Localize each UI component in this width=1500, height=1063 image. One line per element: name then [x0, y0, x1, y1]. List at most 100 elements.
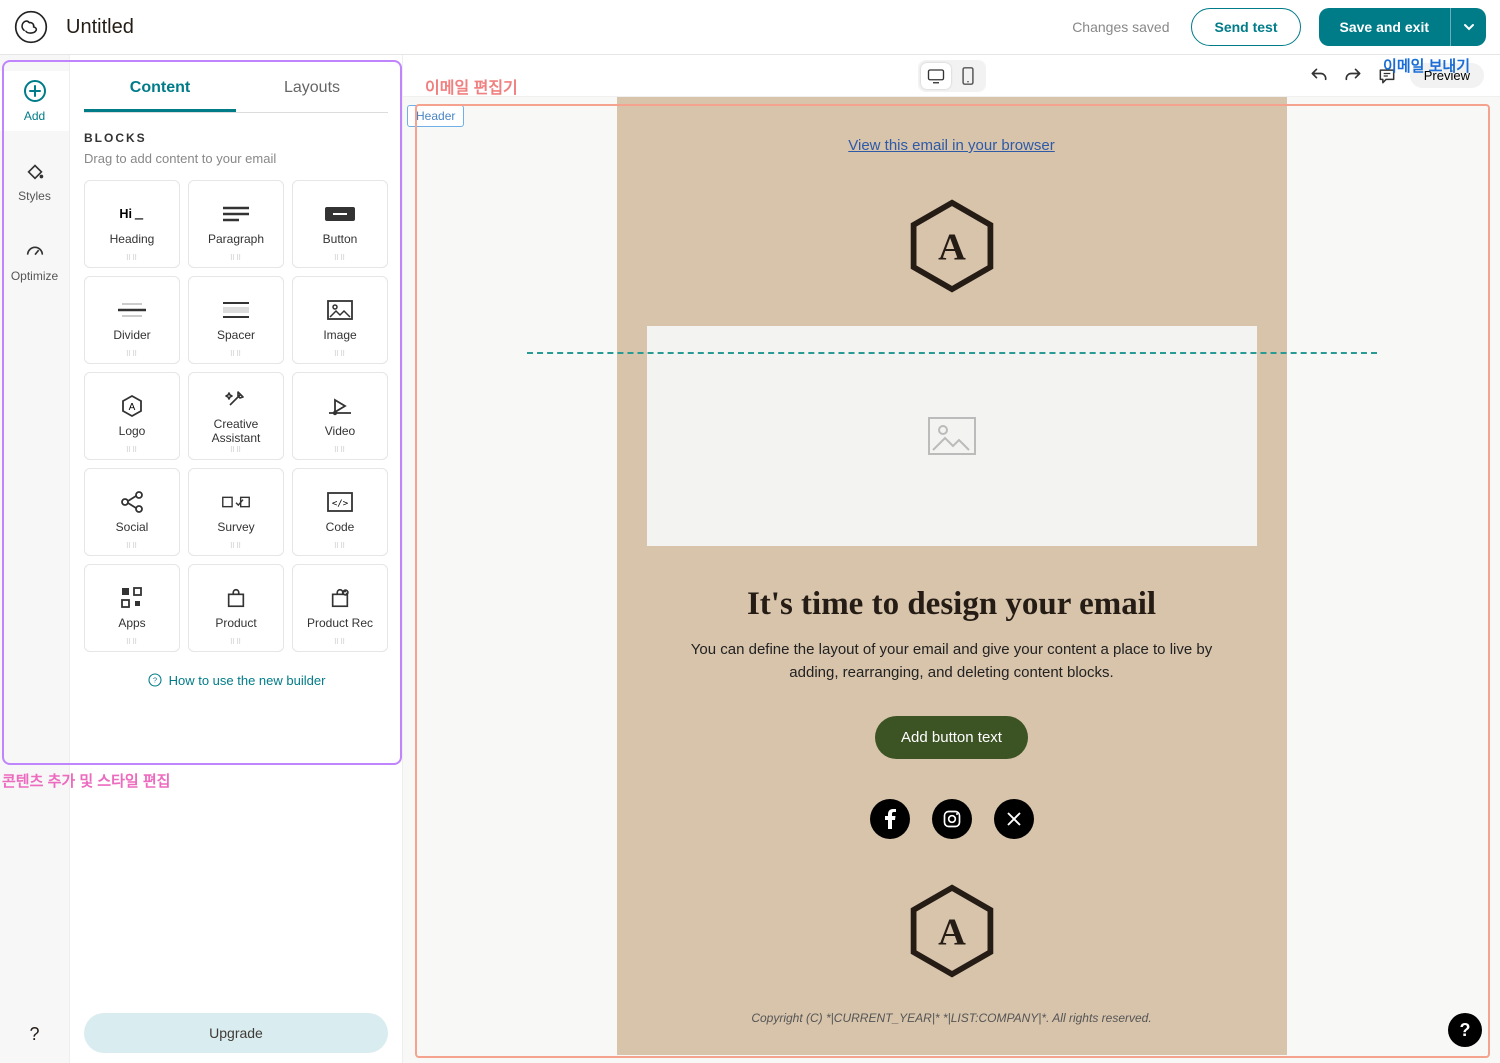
howto-link[interactable]: ? How to use the new builder — [84, 672, 388, 688]
block-card-logo[interactable]: ALogo⠿⠿ — [84, 372, 180, 460]
top-bar: Untitled Changes saved Send test Save an… — [0, 0, 1500, 55]
view-in-browser-link[interactable]: View this email in your browser — [647, 137, 1257, 154]
email-footer-text[interactable]: Copyright (C) *|CURRENT_YEAR|* *|LIST:CO… — [647, 1011, 1257, 1025]
drag-handle-icon: ⠿⠿ — [126, 350, 138, 358]
email-heading[interactable]: It's time to design your email — [647, 586, 1257, 623]
block-card-creative-assistant[interactable]: Creative Assistant⠿⠿ — [188, 372, 284, 460]
drag-handle-icon: ⠿⠿ — [126, 254, 138, 262]
drag-handle-icon: ⠿⠿ — [334, 638, 346, 646]
image-placeholder[interactable] — [647, 326, 1257, 546]
survey-icon — [222, 489, 250, 515]
vtab-styles-label: Styles — [18, 189, 51, 203]
apps-icon — [121, 585, 143, 611]
email-logo-top[interactable]: A — [902, 196, 1002, 296]
product-icon — [225, 585, 247, 611]
vtab-optimize[interactable]: Optimize — [0, 231, 69, 291]
drag-handle-icon: ⠿⠿ — [230, 542, 242, 550]
block-label: Spacer — [217, 329, 255, 343]
block-label: Apps — [118, 617, 145, 631]
block-label: Button — [323, 233, 358, 247]
svg-text:A: A — [938, 226, 966, 268]
x-icon — [1005, 810, 1023, 828]
productrec-icon — [329, 585, 351, 611]
block-card-divider[interactable]: Divider ⠿⠿ — [84, 276, 180, 364]
vtab-styles[interactable]: Styles — [0, 151, 69, 211]
block-label: Heading — [110, 233, 155, 247]
block-label: Paragraph — [208, 233, 264, 247]
main-area: Add Styles Optimize ? Content Layouts — [0, 55, 1500, 1063]
help-fab-button[interactable]: ? — [1448, 1013, 1482, 1047]
hexagon-a-icon: A — [904, 198, 1000, 294]
svg-text:A: A — [129, 402, 136, 413]
vtab-add[interactable]: Add — [0, 71, 69, 131]
block-card-spacer[interactable]: Spacer⠿⠿ — [188, 276, 284, 364]
content-panel: Content Layouts BLOCKS Drag to add conte… — [70, 55, 403, 1063]
paint-bucket-icon — [23, 159, 47, 183]
block-card-social[interactable]: Social⠿⠿ — [84, 468, 180, 556]
mobile-view-button[interactable] — [953, 63, 983, 89]
blocks-subtext: Drag to add content to your email — [84, 151, 388, 166]
block-label: Product Rec — [307, 617, 373, 631]
divider-icon — [118, 297, 146, 323]
help-button[interactable]: ? — [11, 1006, 57, 1063]
save-exit-dropdown-button[interactable] — [1450, 8, 1486, 46]
desktop-icon — [927, 68, 945, 84]
block-card-product-rec[interactable]: Product Rec ⠿⠿ — [292, 564, 388, 652]
block-label: Creative Assistant — [189, 418, 283, 446]
email-logo-bottom[interactable]: A — [902, 881, 1002, 981]
instagram-button[interactable] — [932, 799, 972, 839]
drag-handle-icon: ⠿⠿ — [126, 638, 138, 646]
canvas-scroll[interactable]: Header View this email in your browser A… — [403, 97, 1500, 1063]
block-label: Divider — [113, 329, 150, 343]
chevron-down-icon — [1463, 21, 1475, 33]
document-title[interactable]: Untitled — [66, 16, 134, 39]
tab-layouts[interactable]: Layouts — [236, 69, 388, 112]
plus-circle-icon — [23, 79, 47, 103]
block-label: Survey — [217, 521, 254, 535]
svg-text:</>: </> — [332, 499, 349, 509]
redo-button[interactable] — [1342, 65, 1364, 87]
mailchimp-logo-icon[interactable] — [14, 10, 48, 44]
block-card-heading[interactable]: Hi Heading ⠿⠿ — [84, 180, 180, 268]
email-body[interactable]: View this email in your browser A It's t… — [617, 97, 1287, 1055]
image-icon — [327, 297, 353, 323]
block-card-button[interactable]: Button ⠿⠿ — [292, 180, 388, 268]
save-and-exit-button[interactable]: Save and exit — [1319, 8, 1451, 46]
annotation-content-add: 콘텐츠 추가 및 스타일 편집 — [2, 770, 170, 791]
drag-handle-icon: ⠿⠿ — [334, 254, 346, 262]
facebook-button[interactable] — [870, 799, 910, 839]
block-card-paragraph[interactable]: Paragraph ⠿⠿ — [188, 180, 284, 268]
desktop-view-button[interactable] — [921, 63, 951, 89]
send-test-button[interactable]: Send test — [1191, 8, 1300, 46]
tab-content[interactable]: Content — [84, 69, 236, 112]
email-cta-button[interactable]: Add button text — [875, 716, 1028, 759]
device-toggle — [918, 60, 986, 92]
upgrade-button[interactable]: Upgrade — [84, 1013, 388, 1053]
annotation-email-editor: 이메일 편집기 — [425, 74, 518, 98]
social-row — [647, 799, 1257, 839]
header-section-tag[interactable]: Header — [407, 105, 464, 127]
svg-text:Hi: Hi — [119, 207, 132, 221]
block-card-survey[interactable]: Survey ⠿⠿ — [188, 468, 284, 556]
creative-icon — [224, 386, 248, 412]
x-twitter-button[interactable] — [994, 799, 1034, 839]
block-card-image[interactable]: Image⠿⠿ — [292, 276, 388, 364]
save-status: Changes saved — [1072, 19, 1169, 35]
undo-button[interactable] — [1308, 65, 1330, 87]
block-card-apps[interactable]: Apps ⠿⠿ — [84, 564, 180, 652]
logo-icon: A — [120, 393, 144, 419]
block-card-video[interactable]: Video⠿⠿ — [292, 372, 388, 460]
block-grid: HiHeading⠿⠿Paragraph⠿⠿Button⠿⠿Divider⠿⠿S… — [84, 180, 388, 652]
button-icon — [325, 201, 355, 227]
social-icon — [120, 489, 144, 515]
block-card-code[interactable]: </>Code⠿⠿ — [292, 468, 388, 556]
block-label: Image — [323, 329, 356, 343]
code-icon: </> — [327, 489, 353, 515]
undo-icon — [1309, 66, 1329, 86]
block-card-product[interactable]: Product⠿⠿ — [188, 564, 284, 652]
save-exit-group: Save and exit — [1319, 8, 1487, 46]
drag-handle-icon: ⠿⠿ — [334, 446, 346, 454]
drag-handle-icon: ⠿⠿ — [230, 254, 242, 262]
hexagon-a-icon: A — [904, 883, 1000, 979]
email-paragraph[interactable]: You can define the layout of your email … — [647, 639, 1257, 684]
